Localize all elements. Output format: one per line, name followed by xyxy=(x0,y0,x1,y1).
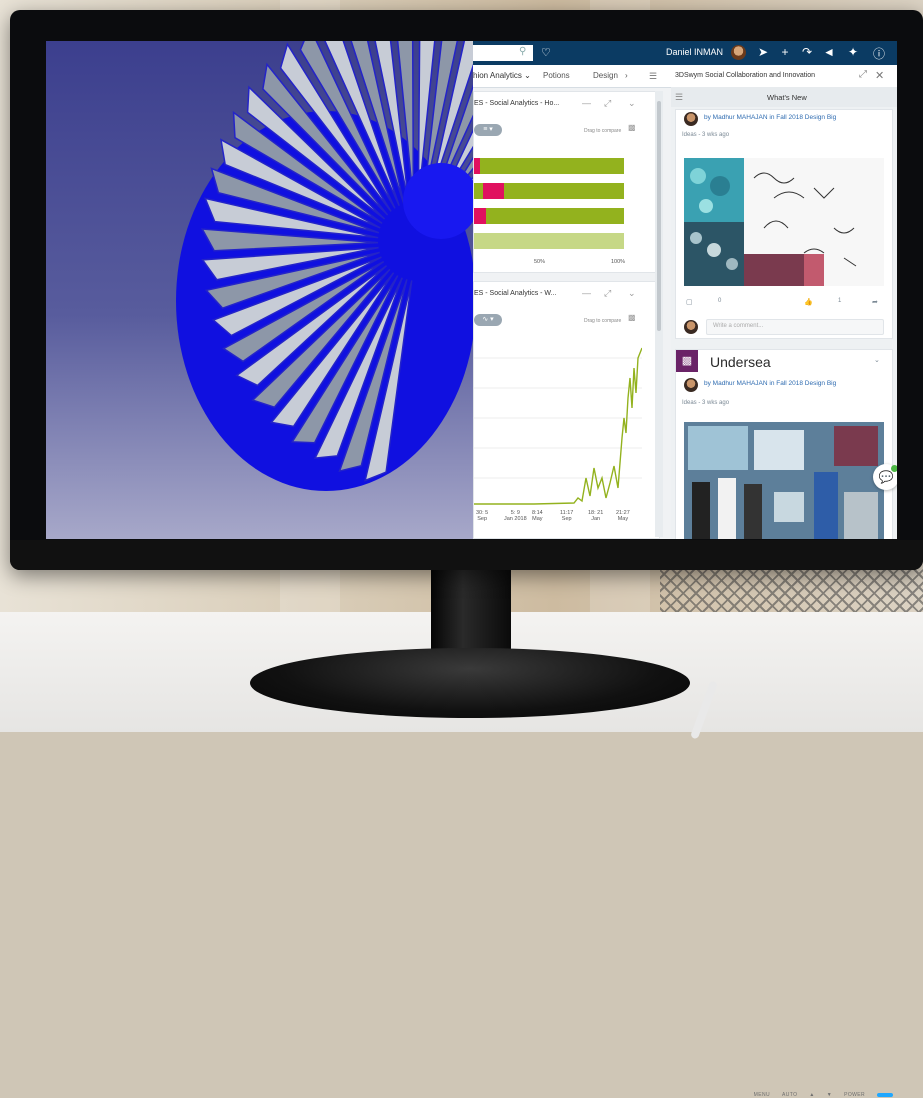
tab-scroll-right[interactable]: › xyxy=(625,71,628,80)
expand-icon[interactable]: ⤢ xyxy=(604,98,611,109)
bar-value xyxy=(474,208,624,224)
user-avatar[interactable] xyxy=(731,45,746,60)
author-line[interactable]: by Madhur MAHAJAN in Fall 2018 Design Bi… xyxy=(704,380,836,387)
chevron-down-icon[interactable]: ⌄ xyxy=(628,288,636,299)
feed-card-1: by Madhur MAHAJAN in Fall 2018 Design Bi… xyxy=(675,109,893,339)
series-line xyxy=(474,347,642,505)
expand-icon[interactable]: ⤢ xyxy=(604,288,611,299)
up-button[interactable]: ▲ xyxy=(809,1092,814,1098)
chevron-down-icon[interactable]: ⌄ xyxy=(628,98,636,109)
image-post-icon: ▩ xyxy=(676,350,698,372)
compare-icon[interactable]: ▩ xyxy=(628,313,636,322)
auto-button[interactable]: AUTO xyxy=(782,1092,797,1098)
author-avatar[interactable] xyxy=(684,378,698,392)
x-tick-label: 18: 21 Jan xyxy=(588,510,604,522)
turbine-fan-model xyxy=(176,41,473,491)
x-tick-label: 30: 5 Sep xyxy=(476,510,489,522)
power-led xyxy=(877,1093,893,1097)
compass-icon[interactable]: ➤ xyxy=(755,45,771,59)
widget-title: ES - Social Analytics - W... xyxy=(474,290,557,297)
line-chart xyxy=(474,347,642,505)
feed-card-2: ▩ Undersea ⌄ by Madhur MAHAJAN in Fall 2… xyxy=(675,349,893,539)
x-tick-label: 8:14 May xyxy=(532,510,543,522)
app-window: ⚲ ♡ Daniel INMAN ➤ + ↷ ◄ ✦ ⓘ hion Analyt… xyxy=(473,41,897,539)
bar-value xyxy=(474,233,624,249)
side-panel-title: 3DSwym Social Collaboration and Innovati… xyxy=(675,72,816,79)
comment-placeholder: Write a comment... xyxy=(713,323,764,329)
down-button[interactable]: ▼ xyxy=(827,1092,832,1098)
scrollbar-thumb[interactable] xyxy=(657,101,661,331)
close-icon[interactable]: ✕ xyxy=(875,69,884,82)
cad-viewport[interactable] xyxy=(46,41,473,539)
tab-design[interactable]: Design xyxy=(593,71,618,80)
monitor-stand-base xyxy=(250,648,690,718)
side-panel-header: 3DSwym Social Collaboration and Innovati… xyxy=(663,65,897,88)
share-icon[interactable]: ↷ xyxy=(799,45,815,59)
post-image-moodboard[interactable] xyxy=(684,422,884,539)
author-avatar[interactable] xyxy=(684,112,698,126)
author-line[interactable]: by Madhur MAHAJAN in Fall 2018 Design Bi… xyxy=(704,114,836,121)
power-button[interactable]: POWER xyxy=(844,1092,865,1098)
bar-row xyxy=(474,183,624,199)
minimize-icon[interactable]: — xyxy=(582,98,591,108)
tab-bar: hion Analytics ⌄ Potions Design › ☰ xyxy=(473,65,663,88)
gridlines xyxy=(474,357,642,479)
bar-row xyxy=(474,233,624,249)
analytics-widget-bars: ES - Social Analytics - Ho... — ⤢ ⌄ ≡ ▾ … xyxy=(473,91,660,273)
tab-fashion-analytics[interactable]: hion Analytics ⌄ xyxy=(473,71,531,80)
post-image-collage[interactable] xyxy=(684,158,884,286)
bar-highlight xyxy=(483,183,504,199)
chevron-down-icon[interactable]: ⌄ xyxy=(874,356,880,364)
help-icon[interactable]: ⓘ xyxy=(871,45,887,62)
bar-row xyxy=(474,158,624,174)
bar-highlight xyxy=(474,208,486,224)
filter-pill[interactable]: ∿ ▾ xyxy=(474,314,502,326)
x-tick-label: 11:17 Sep xyxy=(560,510,574,522)
like-count: 1 xyxy=(838,298,842,304)
top-bar: ⚲ ♡ Daniel INMAN ➤ + ↷ ◄ ✦ ⓘ xyxy=(473,41,897,65)
compare-icon[interactable]: ▩ xyxy=(628,123,636,132)
post-meta: Ideas - 3 wks ago xyxy=(682,132,730,138)
expand-icon[interactable]: ⤢ xyxy=(859,69,867,80)
commenter-avatar xyxy=(684,320,698,334)
comment-count: 0 xyxy=(718,298,722,304)
network-icon[interactable]: ◄ xyxy=(821,45,837,59)
analytics-widget-line: ES - Social Analytics - W... — ⤢ ⌄ ∿ ▾ D… xyxy=(473,281,660,539)
feed-header: ☰ What's New xyxy=(671,87,897,107)
tab-potions[interactable]: Potions xyxy=(543,71,570,80)
feed-title: What's New xyxy=(767,93,807,102)
like-icon[interactable]: 👍 xyxy=(804,298,813,306)
tab-menu-icon[interactable]: ☰ xyxy=(649,71,657,82)
tools-icon[interactable]: ✦ xyxy=(845,45,861,59)
drag-hint: Drag to compare xyxy=(584,318,622,324)
drag-hint: Drag to compare xyxy=(584,128,622,134)
axis-tick-100: 100% xyxy=(611,259,626,265)
x-tick-label: 5: 9 Jan 2018 xyxy=(504,510,527,522)
list-icon[interactable]: ☰ xyxy=(675,92,683,103)
whats-new-feed: ☰ What's New by Madhur MAHAJAN in Fall 2… xyxy=(671,87,897,539)
tag-icon[interactable]: ♡ xyxy=(541,46,551,59)
comment-input[interactable]: Write a comment... xyxy=(706,319,884,335)
minimize-icon[interactable]: — xyxy=(582,288,591,298)
plus-icon[interactable]: + xyxy=(777,45,793,59)
post-meta: Ideas - 3 wks ago xyxy=(682,400,730,406)
monitor-screen: ⚲ ♡ Daniel INMAN ➤ + ↷ ◄ ✦ ⓘ hion Analyt… xyxy=(46,41,897,539)
user-name[interactable]: Daniel INMAN xyxy=(666,47,723,57)
bar-row xyxy=(474,208,624,224)
status-dot xyxy=(891,465,897,472)
menu-button[interactable]: MENU xyxy=(754,1092,770,1098)
widget-title: ES - Social Analytics - Ho... xyxy=(474,100,560,107)
monitor-controls: MENU AUTO ▲ ▼ POWER xyxy=(754,1092,893,1098)
comment-icon[interactable]: ▢ xyxy=(686,298,693,306)
share-icon[interactable]: ➦ xyxy=(872,298,878,306)
x-tick-label: 21:27 May xyxy=(616,510,630,522)
filter-pill[interactable]: ≡ ▾ xyxy=(474,124,502,136)
bar-highlight xyxy=(474,158,480,174)
monitor-bezel: MENU AUTO ▲ ▼ POWER xyxy=(10,540,923,1098)
axis-tick-50: 50% xyxy=(534,259,546,265)
post-title[interactable]: Undersea xyxy=(710,354,771,370)
search-icon[interactable]: ⚲ xyxy=(519,46,531,58)
bar-value xyxy=(474,158,624,174)
